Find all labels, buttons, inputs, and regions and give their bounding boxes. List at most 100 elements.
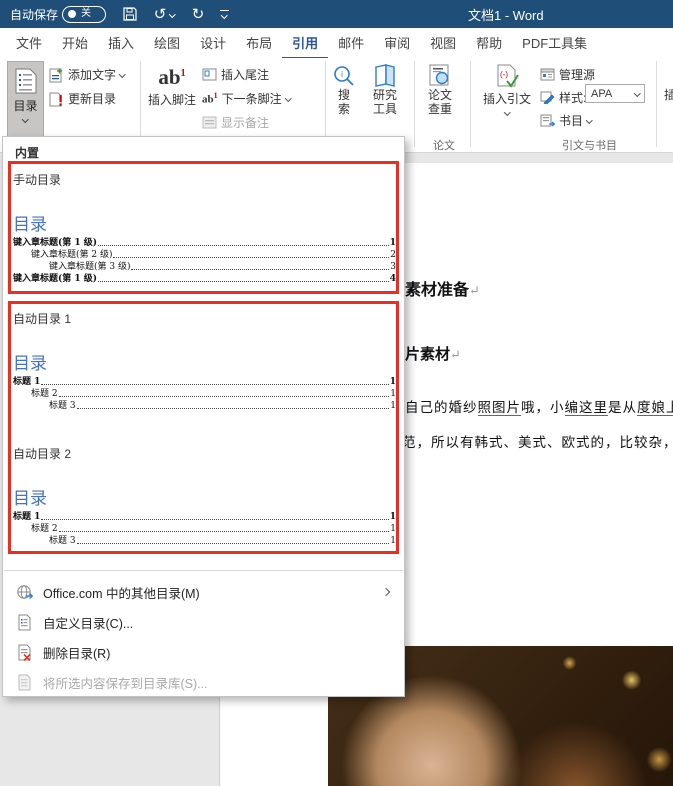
toc-entry: 标题 11: [13, 377, 396, 387]
menu-item-label: Office.com 中的其他目录(M): [43, 586, 200, 601]
footnote-ab-icon: ab1: [158, 65, 186, 89]
update-toc-button[interactable]: 更新目录: [48, 90, 116, 107]
doc-paragraph-line-1: 自己的婚纱照图片哦，小编这里是从度娘上: [405, 396, 673, 416]
update-toc-icon: [49, 92, 62, 106]
citation-group-label: 引文与书目: [562, 140, 617, 152]
chevron-down-icon: [633, 90, 640, 97]
menu-item-label: 将所选内容保存到目录库(S)...: [43, 676, 208, 691]
menu-item-more-toc-office[interactable]: Office.com 中的其他目录(M): [4, 578, 403, 606]
document-title: 文档1 - Word: [468, 7, 544, 23]
toc-preview-title: 目录: [13, 354, 47, 374]
gallery-name: 自动目录 2: [13, 447, 72, 461]
insert-endnote-label: 插入尾注: [221, 68, 270, 82]
svg-text:i: i: [341, 70, 343, 79]
gallery-name: 自动目录 1: [13, 312, 72, 326]
toc-preview-list: 标题 11 标题 21 标题 31: [13, 510, 396, 546]
gallery-name: 手动目录: [13, 173, 62, 187]
bibliography-label: 书目: [559, 114, 584, 128]
save-icon: [123, 7, 137, 21]
manage-sources-icon: [540, 68, 555, 81]
insert-citation-label: 插入引文: [483, 92, 532, 106]
autosave-state: 关: [81, 8, 91, 19]
toc-entry: 标题 11: [13, 512, 396, 522]
tab-view[interactable]: 视图: [420, 27, 466, 59]
customize-toolbar-button[interactable]: [212, 0, 236, 28]
toc-document-icon: [15, 68, 36, 94]
save-button[interactable]: [118, 0, 142, 28]
undo-dropdown[interactable]: [169, 0, 182, 28]
style-brush-icon: [540, 91, 555, 104]
toggle-knob-icon: [68, 10, 76, 18]
chevron-down-icon: [284, 95, 292, 102]
svg-text:(-): (-): [500, 70, 508, 79]
tab-file[interactable]: 文件: [6, 27, 52, 59]
table-of-contents-button[interactable]: 目录: [7, 61, 44, 137]
insert-endnote-icon: [202, 68, 217, 81]
tab-insert[interactable]: 插入: [98, 27, 144, 59]
bibliography-button[interactable]: 书目: [540, 112, 593, 129]
update-toc-label: 更新目录: [68, 92, 117, 106]
paper-check-button[interactable]: 论文查重: [425, 64, 455, 116]
add-text-icon: [49, 68, 62, 82]
citation-style-select[interactable]: APA: [585, 84, 645, 103]
paper-check-label: 论文查重: [427, 88, 452, 116]
doc-heading-1: 素材准备↵: [405, 280, 480, 299]
group-separator: [140, 61, 141, 147]
insert-footnote-label: 插入脚注: [148, 93, 197, 107]
research-tools-button[interactable]: 研究工具: [370, 64, 400, 116]
group-separator: [470, 61, 471, 147]
word-window: 自动保存 关 ↺ ↻ 文档1 - Word 文件 开始 插入 绘图 设计 布局 …: [0, 0, 673, 786]
toc-button-label: 目录: [13, 99, 38, 113]
group-separator: [325, 61, 326, 147]
tab-layout[interactable]: 布局: [236, 27, 282, 59]
tab-help[interactable]: 帮助: [466, 27, 512, 59]
tab-review[interactable]: 审阅: [374, 27, 420, 59]
tab-mailings[interactable]: 邮件: [328, 27, 374, 59]
manage-sources-label: 管理源: [559, 68, 596, 82]
toc-preview-list: 键入章标题(第 1 级) 1 键入章标题(第 2 级) 2 键入章标题(第 3 级)…: [13, 236, 396, 284]
hyperlink-text: 编这里: [564, 400, 608, 416]
title-bar: 自动保存 关 ↺ ↻ 文档1 - Word: [0, 0, 673, 28]
tab-pdf-tools[interactable]: PDF工具集: [512, 27, 597, 59]
group-separator: [414, 61, 415, 147]
insert-endnote-button[interactable]: 插入尾注: [202, 66, 269, 83]
tab-design[interactable]: 设计: [190, 27, 236, 59]
ribbon-tab-row: 文件 开始 插入 绘图 设计 布局 引用 邮件 审阅 视图 帮助 PDF工具集: [0, 27, 673, 59]
books-icon: [375, 64, 395, 87]
doc-heading-2: 片素材↵: [405, 345, 461, 363]
paragraph-mark: ↵: [450, 348, 461, 363]
partial-ribbon-button[interactable]: 插: [664, 86, 673, 103]
style-row: 样式:: [540, 89, 586, 106]
menu-item-label: 删除目录(R): [43, 646, 111, 661]
insert-footnote-button[interactable]: ab1 插入脚注: [148, 64, 196, 108]
insert-citation-icon: (-): [497, 64, 519, 88]
toc-entry: 标题 31: [49, 536, 396, 546]
search-button[interactable]: i 搜索: [332, 64, 356, 116]
menu-item-remove-toc[interactable]: 删除目录(R): [4, 638, 403, 666]
custom-toc-icon: [18, 614, 31, 630]
tab-home[interactable]: 开始: [52, 27, 98, 59]
paper-check-icon: [429, 64, 449, 86]
autosave-toggle[interactable]: 关: [62, 0, 106, 28]
show-notes-icon: [202, 116, 217, 129]
add-text-button[interactable]: 添加文字: [48, 66, 126, 83]
redo-button[interactable]: ↻: [186, 0, 210, 28]
next-footnote-button[interactable]: ab1 下一条脚注: [202, 90, 292, 107]
toc-entry: 键入章标题(第 1 级) 4: [13, 274, 396, 284]
toc-entry: 标题 31: [49, 401, 396, 411]
menu-separator: [4, 570, 403, 571]
menu-item-save-selection-to-gallery: 将所选内容保存到目录库(S)...: [4, 668, 403, 696]
search-label: 搜索: [337, 88, 350, 116]
hyperlink-text: 度娘上: [637, 400, 673, 416]
insert-citation-button[interactable]: (-) 插入引文: [483, 64, 532, 116]
paragraph-mark: ↵: [469, 284, 480, 299]
tab-references[interactable]: 引用: [282, 27, 329, 59]
toc-dropdown-menu: 内置 手动目录 目录 键入章标题(第 1 级) 1 键入章标题(第 2 级) 2 键…: [2, 136, 405, 697]
citation-style-value: APA: [591, 87, 613, 100]
tab-draw[interactable]: 绘图: [144, 27, 190, 59]
search-icon: i: [334, 66, 354, 86]
research-tools-label: 研究工具: [372, 88, 397, 116]
toc-preview-title: 目录: [13, 489, 47, 509]
manage-sources-button[interactable]: 管理源: [540, 66, 595, 83]
menu-item-custom-toc[interactable]: 自定义目录(C)...: [4, 608, 403, 636]
